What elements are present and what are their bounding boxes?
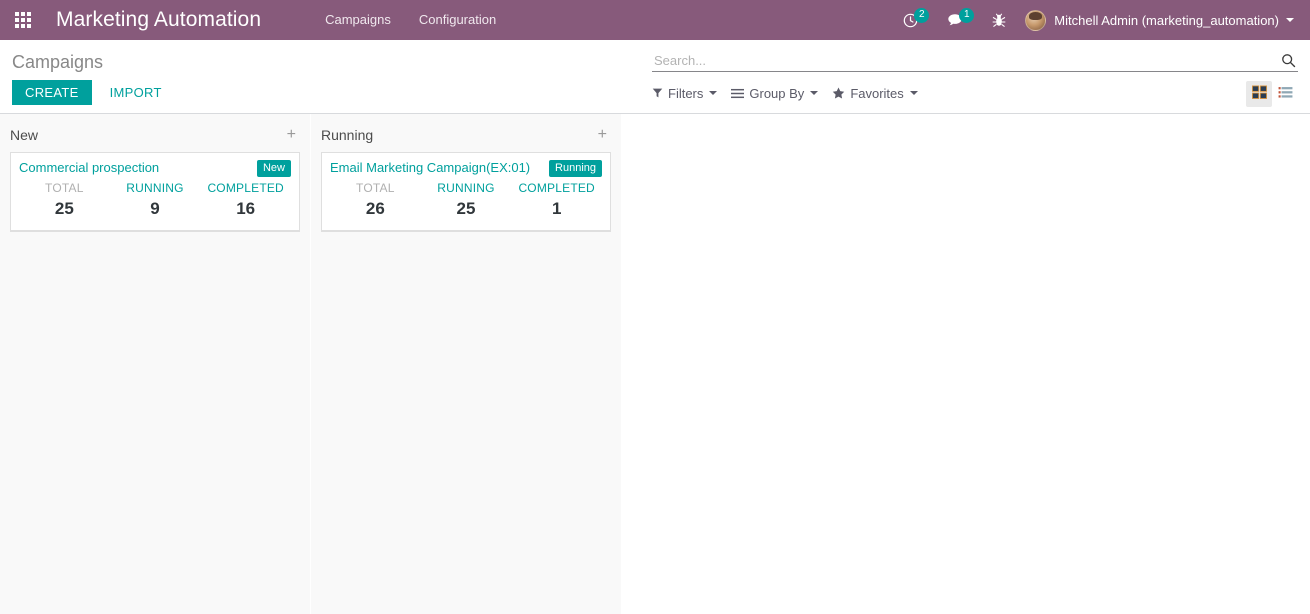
search-view[interactable]: [652, 49, 1298, 72]
view-switcher: [1246, 81, 1298, 107]
stat-value: 16: [236, 199, 256, 218]
chevron-down-icon: [709, 91, 718, 95]
stat-total: TOTAL 25: [19, 180, 110, 220]
control-panel-buttons: CREATE IMPORT: [12, 80, 652, 105]
kanban-column-new: New + Commercial prospection New TOTAL 2…: [0, 114, 311, 614]
filters-label: Filters: [668, 85, 704, 101]
favorites-label: Favorites: [850, 85, 904, 101]
kanban-column-title: Running: [321, 126, 374, 143]
bug-icon: [992, 13, 1006, 28]
star-icon: [832, 87, 845, 99]
status-badge: New: [256, 160, 291, 177]
stat-value: 25: [456, 199, 476, 218]
kanban-column-header: New +: [10, 114, 300, 145]
kanban-column-running: Running + Email Marketing Campaign(EX:01…: [311, 114, 622, 614]
stat-label[interactable]: COMPLETED: [200, 180, 291, 197]
chevron-down-icon: [909, 91, 918, 95]
create-button[interactable]: CREATE: [12, 80, 92, 105]
plus-icon[interactable]: +: [594, 126, 611, 143]
stat-total: TOTAL 26: [330, 180, 421, 220]
stat-value: 1: [551, 199, 562, 218]
stat-label[interactable]: RUNNING: [421, 180, 512, 197]
apps-grid-icon: [15, 12, 31, 28]
debug-menu-button[interactable]: [983, 0, 1015, 40]
stat-value: 9: [150, 199, 160, 218]
plus-icon[interactable]: +: [283, 126, 300, 143]
apps-menu-button[interactable]: [0, 0, 46, 40]
systray: 2 1 Mitchell Admin (marketing_automation…: [894, 0, 1310, 40]
group-bars-icon: [731, 88, 745, 99]
stat-completed[interactable]: COMPLETED 1: [511, 180, 602, 220]
favorites-dropdown[interactable]: Favorites: [832, 85, 918, 101]
menu-item-configuration[interactable]: Configuration: [405, 0, 510, 40]
stat-label: TOTAL: [45, 181, 84, 195]
app-brand-title: Marketing Automation: [56, 8, 262, 31]
stat-value: 26: [365, 199, 385, 218]
kanban-card-stats: TOTAL 25 RUNNING 9 COMPLETED 16: [19, 180, 291, 220]
stat-running[interactable]: RUNNING 9: [110, 180, 201, 220]
list-view-icon: [1278, 85, 1293, 103]
top-navbar: Marketing Automation Campaigns Configura…: [0, 0, 1310, 40]
avatar-icon: [1025, 9, 1047, 31]
groupby-label: Group By: [749, 85, 805, 101]
view-switcher-kanban[interactable]: [1246, 81, 1272, 107]
stat-value: 25: [54, 199, 74, 218]
search-icon[interactable]: [1275, 53, 1296, 68]
main-menu: Campaigns Configuration: [311, 0, 510, 40]
search-input[interactable]: [652, 52, 1275, 68]
breadcrumb[interactable]: Campaigns: [12, 40, 652, 73]
stat-running[interactable]: RUNNING 25: [421, 180, 512, 220]
kanban-card-title[interactable]: Email Marketing Campaign(EX:01): [330, 159, 545, 176]
stat-label[interactable]: RUNNING: [110, 180, 201, 197]
status-badge: Running: [549, 160, 602, 177]
user-name-label: Mitchell Admin (marketing_automation): [1054, 12, 1279, 28]
messages-menu-button[interactable]: 1: [938, 0, 983, 40]
filters-dropdown[interactable]: Filters: [652, 85, 718, 101]
kanban-card-title[interactable]: Commercial prospection: [19, 159, 253, 176]
chevron-down-icon: [810, 91, 819, 95]
import-button[interactable]: IMPORT: [110, 85, 162, 100]
menu-item-campaigns[interactable]: Campaigns: [311, 0, 405, 40]
messages-count-badge: 1: [959, 7, 975, 23]
search-area: Filters Group By: [652, 40, 1298, 104]
filter-funnel-icon: [652, 87, 663, 99]
kanban-card-header: Commercial prospection New: [19, 159, 291, 177]
user-menu-button[interactable]: Mitchell Admin (marketing_automation): [1015, 0, 1300, 40]
kanban-column-header: Running +: [321, 114, 611, 145]
activities-menu-button[interactable]: 2: [894, 0, 938, 40]
filter-row: Filters Group By Favorites: [652, 82, 1298, 104]
chevron-down-icon: [1286, 18, 1294, 22]
groupby-dropdown[interactable]: Group By: [731, 85, 819, 101]
control-panel: Campaigns CREATE IMPORT Search... Filter…: [0, 40, 1310, 114]
stat-label: TOTAL: [356, 181, 395, 195]
activities-count-badge: 2: [914, 7, 930, 23]
kanban-card-stats: TOTAL 26 RUNNING 25 COMPLETED 1: [330, 180, 602, 220]
kanban-card[interactable]: Email Marketing Campaign(EX:01) Running …: [321, 152, 611, 232]
kanban-column-title: New: [10, 126, 39, 143]
stat-completed[interactable]: COMPLETED 16: [200, 180, 291, 220]
stat-label[interactable]: COMPLETED: [511, 180, 602, 197]
view-switcher-list[interactable]: [1272, 81, 1298, 107]
kanban-grid-icon: [1251, 85, 1267, 103]
kanban-card[interactable]: Commercial prospection New TOTAL 25 RUNN…: [10, 152, 300, 232]
kanban-card-header: Email Marketing Campaign(EX:01) Running: [330, 159, 602, 177]
kanban-view: New + Commercial prospection New TOTAL 2…: [0, 114, 1310, 614]
control-panel-left: Campaigns CREATE IMPORT: [12, 40, 652, 105]
